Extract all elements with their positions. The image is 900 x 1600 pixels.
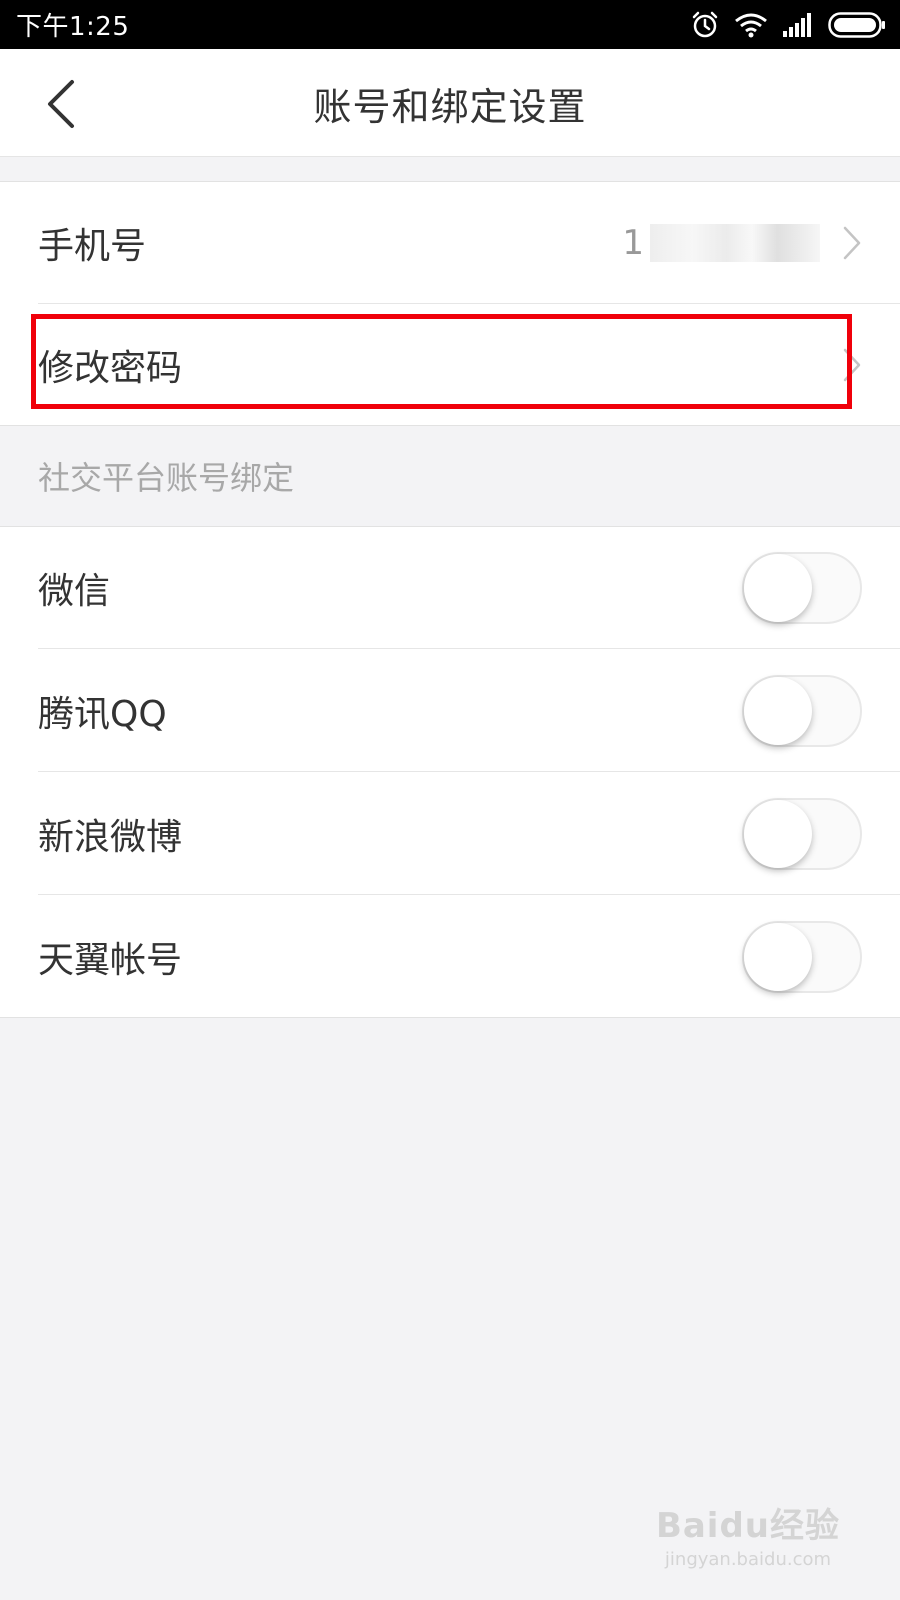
- change-password-label: 修改密码: [38, 348, 183, 389]
- qq-toggle[interactable]: [742, 675, 862, 747]
- change-password-row[interactable]: 修改密码: [0, 304, 900, 426]
- row-divider: [38, 648, 900, 649]
- status-time: 下午1:25: [16, 12, 130, 42]
- tianyi-toggle[interactable]: [742, 921, 862, 993]
- signal-icon: [782, 12, 814, 37]
- weibo-label: 新浪微博: [38, 817, 183, 858]
- social-binding-group: 微信 腾讯QQ 新浪微博 天翼帐号: [0, 526, 900, 1018]
- qq-label: 腾讯QQ: [38, 694, 167, 735]
- phone-number-visible-digit: 1: [622, 223, 644, 263]
- status-icons: [690, 10, 886, 40]
- toggle-knob: [744, 923, 812, 991]
- watermark-url: jingyan.baidu.com: [664, 1549, 832, 1570]
- baidu-jingyan-watermark: Baidu经验 jingyan.baidu.com: [656, 1498, 840, 1570]
- row-divider: [38, 894, 900, 895]
- weibo-row: 新浪微博: [0, 773, 900, 895]
- battery-icon: [828, 11, 886, 38]
- alarm-icon: [690, 10, 720, 40]
- tianyi-row: 天翼帐号: [0, 896, 900, 1018]
- phone-number-label: 手机号: [38, 226, 147, 267]
- phone-number-value: 1: [622, 182, 820, 304]
- wifi-icon: [734, 12, 768, 38]
- phone-number-row[interactable]: 手机号 1: [0, 182, 900, 304]
- wechat-row: 微信: [0, 527, 900, 649]
- toggle-knob: [744, 554, 812, 622]
- watermark-logo-text: Baidu经验: [655, 1506, 840, 1546]
- toggle-knob: [744, 677, 812, 745]
- account-settings-group: 手机号 1 修改密码: [0, 181, 900, 426]
- toggle-knob: [744, 800, 812, 868]
- chevron-right-icon: [843, 348, 861, 382]
- chevron-right-icon: [843, 226, 861, 260]
- qq-row: 腾讯QQ: [0, 650, 900, 772]
- row-divider: [38, 771, 900, 772]
- social-section-header: 社交平台账号绑定: [38, 459, 295, 497]
- weibo-toggle[interactable]: [742, 798, 862, 870]
- wechat-label: 微信: [38, 571, 111, 612]
- status-bar: 下午1:25: [0, 0, 900, 49]
- page-title: 账号和绑定设置: [313, 84, 587, 129]
- wechat-toggle[interactable]: [742, 552, 862, 624]
- tianyi-label: 天翼帐号: [38, 940, 183, 981]
- app-header: 账号和绑定设置: [0, 49, 900, 157]
- phone-number-blur-mask: [650, 224, 820, 262]
